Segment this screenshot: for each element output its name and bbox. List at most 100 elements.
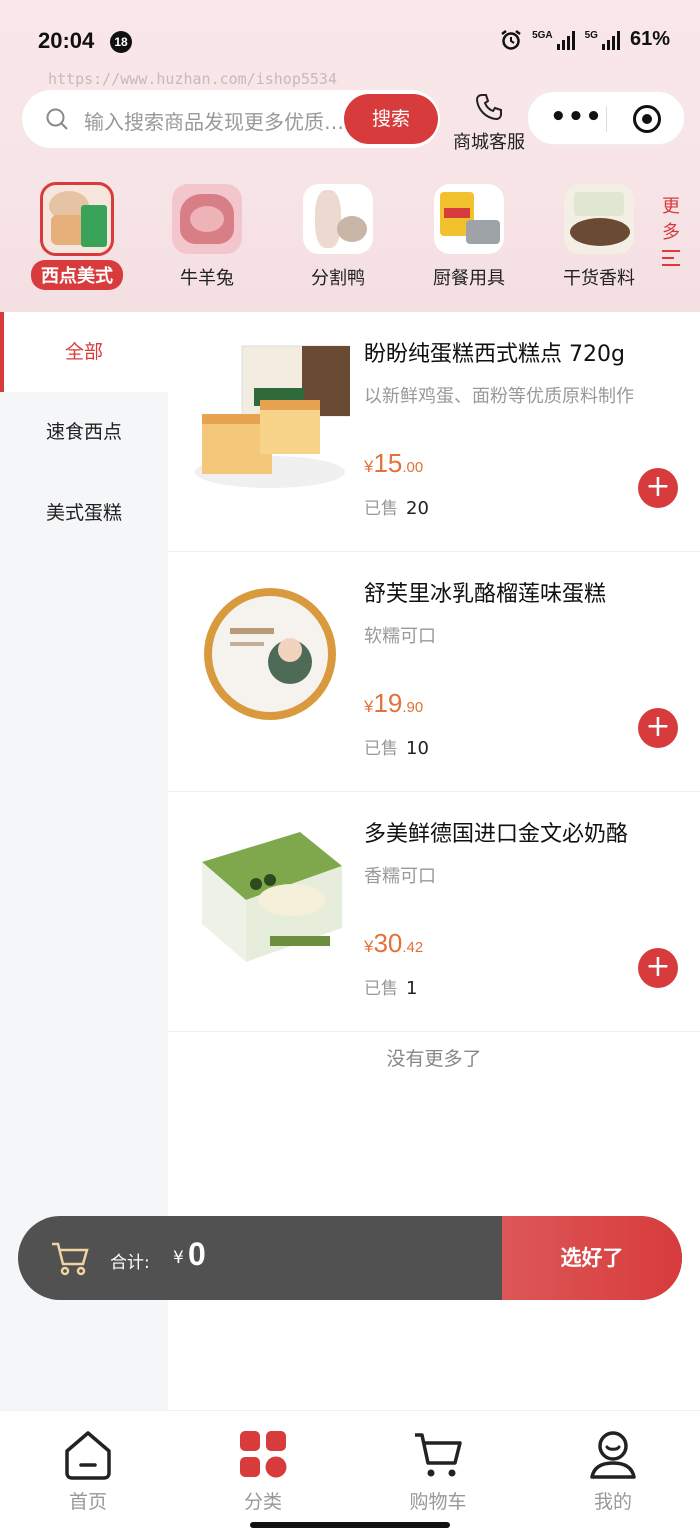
capsule-divider: [606, 106, 607, 132]
category-item-western-pastry[interactable]: 西点美式: [17, 180, 137, 290]
alarm-icon: [501, 29, 521, 50]
category-item-beef-lamb-rabbit[interactable]: 牛羊兔: [147, 180, 267, 290]
product-description: 软糯可口: [364, 626, 436, 647]
cart-bar: 合计: ¥ 0 选好了: [18, 1216, 682, 1300]
customer-service-button[interactable]: 商城客服: [447, 92, 531, 154]
tab-label: 首页: [68, 1491, 107, 1513]
product-sold: 已售 10: [364, 734, 429, 759]
sold-label: 已售: [364, 739, 398, 759]
category-item-dried-goods-spices[interactable]: 干货香料: [539, 180, 659, 290]
product-description: 以新鲜鸡蛋、面粉等优质原料制作: [364, 386, 634, 407]
more-categories-button[interactable]: 更 多: [660, 194, 682, 266]
user-icon: [590, 1431, 636, 1479]
product-title: 舒芙里冰乳酪榴莲味蛋糕: [364, 582, 607, 607]
status-time: 20:04: [38, 28, 95, 53]
more-options-icon[interactable]: •••: [550, 104, 603, 130]
product-card[interactable]: 舒芙里冰乳酪榴莲味蛋糕 软糯可口 ¥19.90 已售 10 +: [168, 552, 700, 792]
category-row: 西点美式 牛羊兔 分割鸭 厨餐用具 干货香料: [0, 180, 700, 300]
total-label: 合计:: [110, 1253, 150, 1273]
sold-label: 已售: [364, 979, 398, 999]
product-card[interactable]: 多美鲜德国进口金文必奶酪 香糯可口 ¥30.42 已售 1 +: [168, 792, 700, 1032]
checkout-button[interactable]: 选好了: [502, 1216, 682, 1300]
sold-count: 20: [406, 498, 429, 519]
product-sold: 已售 20: [364, 494, 429, 519]
search-icon: [46, 108, 68, 130]
sidebar-item-all[interactable]: 全部: [0, 312, 168, 392]
sidebar-item-fast-pastry[interactable]: 速食西点: [0, 392, 168, 472]
tab-label: 分类: [243, 1491, 282, 1513]
camembert-box-image: [202, 832, 342, 962]
home-icon: [65, 1431, 111, 1480]
plus-icon: +: [645, 949, 671, 984]
category-grid-icon: [240, 1431, 287, 1478]
watermark: https://www.huzhan.com/ishop5534: [48, 70, 337, 88]
home-indicator: [250, 1522, 450, 1528]
price-decimal: .42: [402, 939, 424, 956]
tab-category[interactable]: 分类: [203, 1429, 323, 1514]
add-to-cart-button[interactable]: +: [638, 708, 678, 748]
price-decimal: .90: [402, 699, 424, 716]
list-end-text: 没有更多了: [386, 1048, 482, 1070]
signal-5ga-label: 5GA: [532, 29, 553, 41]
tab-home[interactable]: 首页: [28, 1429, 148, 1514]
notification-badge: 18: [110, 31, 132, 53]
price-integer: 19: [373, 688, 403, 718]
category-label: 干货香料: [563, 268, 635, 289]
category-image: [434, 184, 504, 254]
total-amount: 0: [188, 1236, 206, 1272]
tab-label: 购物车: [409, 1491, 467, 1513]
tab-profile[interactable]: 我的: [553, 1429, 673, 1514]
cheese-cake-image: [204, 588, 336, 720]
product-sold: 已售 1: [364, 974, 417, 999]
close-miniprogram-icon[interactable]: [633, 105, 661, 133]
add-to-cart-button[interactable]: +: [638, 468, 678, 508]
tab-label: 我的: [593, 1491, 632, 1513]
product-card[interactable]: 盼盼纯蛋糕西式糕点 720g 以新鲜鸡蛋、面粉等优质原料制作 ¥15.00 已售…: [168, 312, 700, 552]
category-label: 厨餐用具: [433, 268, 505, 289]
sold-count: 1: [406, 978, 418, 999]
add-to-cart-button[interactable]: +: [638, 948, 678, 988]
tab-cart[interactable]: 购物车: [378, 1429, 498, 1514]
product-price: ¥15.00: [364, 448, 423, 479]
total-currency: ¥: [173, 1248, 184, 1268]
product-description: 香糯可口: [364, 866, 436, 887]
price-integer: 15: [373, 448, 403, 478]
sold-label: 已售: [364, 499, 398, 519]
signal-5g-icon: 5G: [585, 30, 620, 50]
search-button[interactable]: 搜索: [344, 94, 438, 144]
signal-5ga-icon: 5GA: [532, 30, 575, 50]
cart-icon[interactable]: [50, 1238, 90, 1278]
category-image: [172, 184, 242, 254]
phone-icon: [475, 94, 502, 121]
search-bar[interactable]: 输入搜索商品发现更多优质好物 搜索: [22, 90, 440, 148]
sidebar-item-american-cake[interactable]: 美式蛋糕: [0, 473, 168, 553]
category-label: 牛羊兔: [180, 268, 234, 289]
status-indicators: 5GA 5G 61%: [500, 28, 670, 51]
signal-5g-label: 5G: [584, 29, 598, 41]
more-label-line1: 更: [662, 196, 680, 217]
battery-level: 61%: [629, 28, 670, 50]
category-item-kitchenware[interactable]: 厨餐用具: [409, 180, 529, 290]
cake-image: [195, 345, 351, 488]
customer-service-label: 商城客服: [453, 132, 525, 153]
menu-icon: [662, 250, 680, 266]
category-image: [40, 182, 114, 256]
category-image: [303, 184, 373, 254]
product-title: 多美鲜德国进口金文必奶酪: [364, 822, 629, 847]
plus-icon: +: [645, 469, 671, 504]
sold-count: 10: [406, 738, 429, 759]
more-label-line2: 多: [662, 222, 680, 243]
plus-icon: +: [645, 709, 671, 744]
status-bar: 20:04 18 5GA 5G 61%: [0, 0, 700, 80]
category-image: [564, 184, 634, 254]
shopping-cart-icon: [415, 1433, 462, 1477]
search-input[interactable]: 输入搜索商品发现更多优质好物: [84, 106, 344, 135]
price-decimal: .00: [402, 459, 424, 476]
product-title: 盼盼纯蛋糕西式糕点 720g: [364, 342, 625, 367]
category-label: 分割鸭: [311, 268, 365, 289]
product-image: [190, 812, 350, 972]
category-item-duck-cuts[interactable]: 分割鸭: [278, 180, 398, 290]
category-label: 西点美式: [31, 260, 123, 290]
product-image: [190, 572, 350, 732]
product-image: [190, 332, 351, 492]
